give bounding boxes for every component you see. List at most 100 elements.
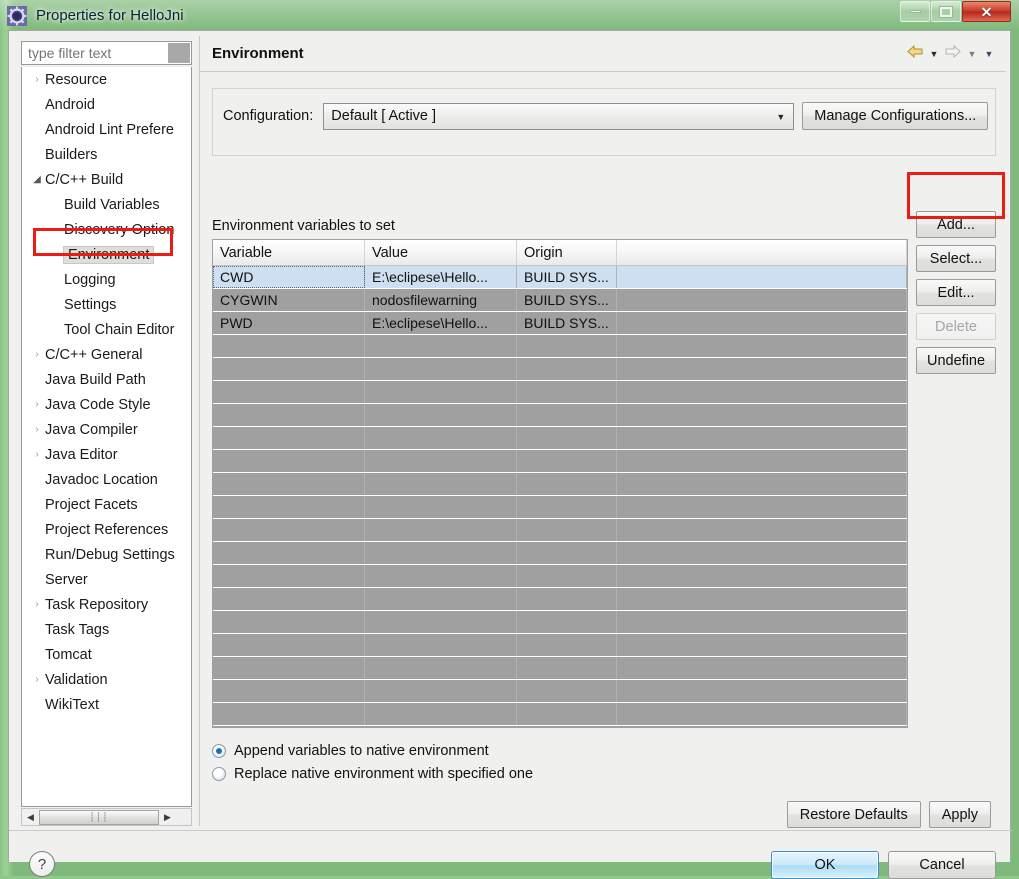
sidebar-item-build-variables[interactable]: Build Variables: [22, 192, 191, 217]
sidebar-item-project-references[interactable]: Project References: [22, 517, 191, 542]
tree-spacer-icon: [30, 474, 44, 485]
radio-option[interactable]: Append variables to native environment: [212, 739, 533, 762]
table-column-header[interactable]: Value: [365, 240, 517, 265]
table-cell-empty: [617, 404, 907, 426]
table-row-empty[interactable]: [213, 611, 907, 634]
table-row-empty[interactable]: [213, 542, 907, 565]
back-history-caret-icon[interactable]: ▼: [927, 46, 941, 62]
sidebar-item-tomcat[interactable]: Tomcat: [22, 642, 191, 667]
cancel-button[interactable]: Cancel: [888, 851, 996, 879]
sidebar-item-run-debug-settings[interactable]: Run/Debug Settings: [22, 542, 191, 567]
sidebar-item-java-compiler[interactable]: › Java Compiler: [22, 417, 191, 442]
radio-button-icon[interactable]: [212, 766, 226, 781]
sidebar-item-android[interactable]: Android: [22, 92, 191, 117]
table-column-header[interactable]: Origin: [517, 240, 617, 265]
table-row[interactable]: PWD E:\eclipese\Hello... BUILD SYS...: [213, 312, 907, 335]
table-row[interactable]: CYGWIN nodosfilewarning BUILD SYS...: [213, 289, 907, 312]
configuration-dropdown[interactable]: Default [ Active ] ▼: [323, 102, 795, 130]
sidebar-item-task-repository[interactable]: › Task Repository: [22, 592, 191, 617]
table-cell-variable: PWD: [213, 312, 365, 334]
sidebar-item-discovery-option[interactable]: Discovery Option: [22, 217, 191, 242]
table-body[interactable]: CWD E:\eclipese\Hello... BUILD SYS... CYGWI…: [213, 266, 907, 726]
sidebar-item-java-build-path[interactable]: Java Build Path: [22, 367, 191, 392]
chevron-right-icon[interactable]: ›: [30, 674, 44, 685]
table-row[interactable]: CWD E:\eclipese\Hello... BUILD SYS...: [213, 266, 907, 289]
table-row-empty[interactable]: [213, 519, 907, 542]
table-row-empty[interactable]: [213, 496, 907, 519]
table-cell-empty: [517, 634, 617, 656]
sidebar-item-resource[interactable]: › Resource: [22, 67, 191, 92]
table-column-header[interactable]: [617, 240, 907, 265]
search-input[interactable]: [28, 45, 166, 61]
help-icon[interactable]: ?: [29, 851, 55, 877]
apply-button[interactable]: Apply: [928, 801, 991, 828]
table-column-header[interactable]: Variable: [213, 240, 365, 265]
radio-option[interactable]: Replace native environment with specifie…: [212, 762, 533, 785]
sidebar-item-task-tags[interactable]: Task Tags: [22, 617, 191, 642]
add-button[interactable]: Add...: [916, 211, 996, 238]
undefine-button[interactable]: Undefine: [916, 347, 996, 374]
table-row-empty[interactable]: [213, 657, 907, 680]
table-row-empty[interactable]: [213, 680, 907, 703]
sidebar-item-java-code-style[interactable]: › Java Code Style: [22, 392, 191, 417]
sidebar-item-validation[interactable]: › Validation: [22, 667, 191, 692]
environment-variables-table[interactable]: Variable Value Origin CWD E:\eclipese\Hello…: [212, 239, 908, 728]
sidebar-item-settings[interactable]: Settings: [22, 292, 191, 317]
tree-horizontal-scrollbar[interactable]: ◀ ┊┊┊ ▶: [21, 808, 192, 826]
sidebar-item-project-facets[interactable]: Project Facets: [22, 492, 191, 517]
scroll-right-icon[interactable]: ▶: [159, 809, 176, 825]
minimize-button[interactable]: [900, 1, 930, 22]
select-button[interactable]: Select...: [916, 245, 996, 272]
table-row-empty[interactable]: [213, 588, 907, 611]
restore-defaults-button[interactable]: Restore Defaults: [786, 801, 921, 828]
chevron-right-icon[interactable]: ›: [30, 399, 44, 410]
chevron-down-icon[interactable]: ◢: [30, 174, 44, 185]
sidebar-item-javadoc-location[interactable]: Javadoc Location: [22, 467, 191, 492]
chevron-right-icon[interactable]: ›: [30, 449, 44, 460]
table-cell-empty: [617, 335, 907, 357]
sidebar-item-tool-chain-editor[interactable]: Tool Chain Editor: [22, 317, 191, 342]
sidebar-item-wikitext[interactable]: WikiText: [22, 692, 191, 717]
tree-spacer-icon: [30, 574, 44, 585]
manage-configurations-button[interactable]: Manage Configurations...: [802, 102, 989, 130]
preferences-tree[interactable]: › Resource Android Android Lint Prefere B…: [21, 67, 192, 807]
table-row-empty[interactable]: [213, 427, 907, 450]
chevron-right-icon[interactable]: ›: [30, 349, 44, 360]
sidebar-item-server[interactable]: Server: [22, 567, 191, 592]
table-row-empty[interactable]: [213, 404, 907, 427]
sidebar-item-java-editor[interactable]: › Java Editor: [22, 442, 191, 467]
page-menu-caret-icon[interactable]: ▼: [982, 46, 996, 62]
sidebar-item-label: Validation: [45, 671, 108, 688]
clear-filter-button[interactable]: [168, 43, 190, 63]
radio-button-icon[interactable]: [212, 743, 226, 758]
chevron-right-icon[interactable]: ›: [30, 74, 44, 85]
table-row-empty[interactable]: [213, 634, 907, 657]
maximize-button[interactable]: [931, 1, 961, 22]
table-row-empty[interactable]: [213, 565, 907, 588]
sidebar-item-android-lint-prefere[interactable]: Android Lint Prefere: [22, 117, 191, 142]
table-cell-empty: [213, 358, 365, 380]
edit-button[interactable]: Edit...: [916, 279, 996, 306]
filter-box[interactable]: [21, 41, 192, 65]
chevron-right-icon[interactable]: ›: [30, 424, 44, 435]
table-cell-empty: [365, 496, 517, 518]
sidebar-item-environment[interactable]: Environment: [22, 242, 191, 267]
table-row-empty[interactable]: [213, 381, 907, 404]
sidebar-item-c-c-build[interactable]: ◢ C/C++ Build: [22, 167, 191, 192]
table-row-empty[interactable]: [213, 335, 907, 358]
close-button[interactable]: ✕: [962, 1, 1011, 22]
table-row-empty[interactable]: [213, 450, 907, 473]
scrollbar-thumb[interactable]: ┊┊┊: [39, 809, 159, 825]
sidebar-item-builders[interactable]: Builders: [22, 142, 191, 167]
forward-history-caret-icon[interactable]: ▼: [965, 46, 979, 62]
table-row-empty[interactable]: [213, 473, 907, 496]
chevron-right-icon[interactable]: ›: [30, 599, 44, 610]
scroll-left-icon[interactable]: ◀: [22, 809, 39, 825]
sidebar-item-logging[interactable]: Logging: [22, 267, 191, 292]
table-row-empty[interactable]: [213, 358, 907, 381]
sidebar-item-c-c-general[interactable]: › C/C++ General: [22, 342, 191, 367]
table-row-empty[interactable]: [213, 703, 907, 726]
table-cell-empty: [213, 565, 365, 587]
ok-button[interactable]: OK: [771, 851, 879, 879]
back-arrow-icon[interactable]: [906, 44, 924, 64]
